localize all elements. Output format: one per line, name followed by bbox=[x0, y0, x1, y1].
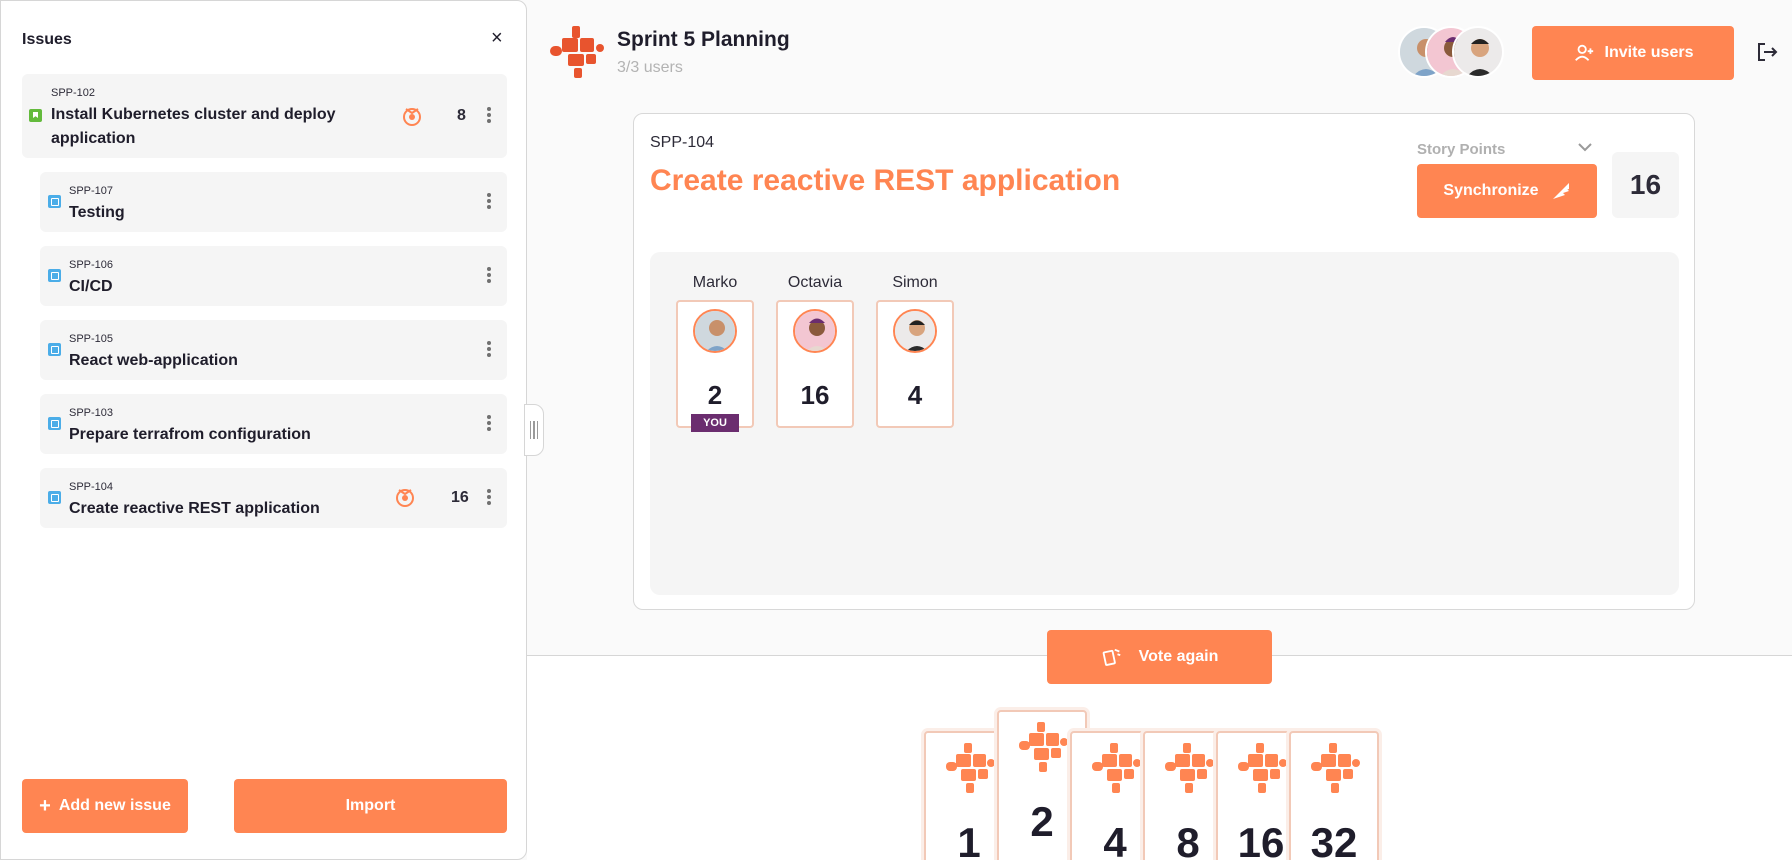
voter-name: Marko bbox=[692, 274, 738, 291]
task-type-icon bbox=[48, 417, 61, 430]
issue-menu-icon[interactable] bbox=[484, 339, 494, 361]
participants-avatars[interactable] bbox=[1398, 26, 1504, 78]
issue-menu-icon[interactable] bbox=[484, 413, 494, 435]
voted-cards-icon bbox=[403, 108, 421, 126]
issue-name-line-1: Install Kubernetes cluster and deploy bbox=[51, 106, 336, 123]
issue-menu-icon[interactable] bbox=[484, 191, 494, 213]
current-issue-card: SPP-104 Create reactive REST application… bbox=[633, 113, 1695, 610]
card-logo-icon bbox=[946, 743, 996, 798]
issue-name: Install Kubernetes cluster and deploy ap… bbox=[51, 103, 351, 151]
logout-icon[interactable] bbox=[1755, 40, 1779, 64]
card-logo-icon bbox=[1092, 743, 1142, 798]
card-logo-icon bbox=[1165, 743, 1215, 798]
issue-name: React web-application bbox=[69, 352, 238, 369]
chevron-down-icon[interactable] bbox=[1577, 141, 1593, 153]
vote-value: 2 bbox=[707, 380, 723, 410]
add-user-icon bbox=[1574, 44, 1593, 61]
sidebar-title: Issues bbox=[22, 31, 72, 48]
avatar bbox=[793, 309, 837, 353]
issue-menu-icon[interactable] bbox=[484, 105, 494, 127]
story-type-icon bbox=[29, 109, 42, 122]
deck-card-32[interactable]: 32 bbox=[1289, 731, 1379, 860]
issue-item-spp-104[interactable]: SPP-104 Create reactive REST application… bbox=[40, 468, 507, 528]
issue-key: SPP-107 bbox=[69, 185, 114, 197]
issue-name: Create reactive REST application bbox=[69, 500, 320, 517]
room-users-count: 3/3 users bbox=[617, 59, 683, 76]
room-title: Sprint 5 Planning bbox=[617, 28, 790, 51]
vote-again-button[interactable]: Vote again bbox=[1047, 630, 1272, 684]
vote-card: 2 YOU bbox=[676, 300, 754, 432]
avatar bbox=[893, 309, 937, 353]
app-logo bbox=[550, 26, 604, 80]
vote-octavia: Octavia 16 bbox=[776, 274, 854, 428]
vote-simon: Simon 4 bbox=[876, 274, 954, 428]
avatar bbox=[693, 309, 737, 353]
issue-item-spp-107[interactable]: SPP-107 Testing bbox=[40, 172, 507, 232]
votes-area: Marko 2 YOU Octavia 16 Simon 4 bbox=[650, 252, 1679, 595]
vote-value: 4 bbox=[907, 380, 923, 410]
vote-marko: Marko 2 YOU bbox=[676, 274, 754, 432]
issue-key: SPP-105 bbox=[69, 333, 114, 345]
issue-key: SPP-103 bbox=[69, 407, 114, 419]
add-new-issue-button[interactable]: + Add new issue bbox=[22, 779, 188, 833]
task-type-icon bbox=[48, 195, 61, 208]
issue-name: CI/CD bbox=[69, 278, 113, 295]
you-badge: YOU bbox=[691, 414, 739, 432]
issue-item-spp-102[interactable]: SPP-102 Install Kubernetes cluster and d… bbox=[22, 74, 507, 158]
voted-cards-icon bbox=[396, 489, 414, 507]
import-label: Import bbox=[345, 797, 396, 814]
issue-key: SPP-102 bbox=[51, 87, 96, 99]
vote-again-label: Vote again bbox=[1138, 648, 1219, 665]
current-issue-title: Create reactive REST application bbox=[650, 164, 1121, 197]
voter-name: Octavia bbox=[787, 274, 843, 291]
issue-item-spp-106[interactable]: SPP-106 CI/CD bbox=[40, 246, 507, 306]
plus-icon: + bbox=[39, 794, 51, 817]
avatar-simon bbox=[1452, 26, 1504, 78]
close-icon[interactable]: × bbox=[491, 28, 503, 48]
import-button[interactable]: Import bbox=[234, 779, 507, 833]
issue-key: SPP-106 bbox=[69, 259, 114, 271]
issue-points: 8 bbox=[457, 107, 466, 124]
card-logo-icon bbox=[1238, 743, 1288, 798]
issue-name: Testing bbox=[69, 204, 125, 221]
vote-value: 16 bbox=[800, 380, 830, 410]
estimate-field-select[interactable]: Story Points bbox=[1417, 141, 1505, 158]
issue-key: SPP-104 bbox=[69, 481, 114, 493]
issue-menu-icon[interactable] bbox=[484, 265, 494, 287]
issue-points: 16 bbox=[451, 489, 469, 506]
task-type-icon bbox=[48, 343, 61, 356]
sidebar-resize-handle[interactable] bbox=[524, 404, 544, 456]
issues-sidebar: Issues × SPP-102 Install Kubernetes clus… bbox=[0, 0, 527, 860]
jira-icon bbox=[1552, 183, 1569, 199]
card-value: 32 bbox=[1310, 819, 1358, 860]
card-logo-icon bbox=[1019, 722, 1069, 777]
synchronize-label: Synchronize bbox=[1443, 182, 1539, 199]
task-type-icon bbox=[48, 491, 61, 504]
final-estimate-value[interactable]: 16 bbox=[1612, 152, 1679, 218]
synchronize-button[interactable]: Synchronize bbox=[1417, 164, 1597, 218]
invite-users-label: Invite users bbox=[1604, 44, 1694, 61]
task-type-icon bbox=[48, 269, 61, 282]
issue-menu-icon[interactable] bbox=[484, 487, 494, 509]
cards-icon bbox=[1102, 648, 1121, 666]
issue-name: Prepare terrafrom configuration bbox=[69, 426, 311, 443]
invite-users-button[interactable]: Invite users bbox=[1532, 26, 1734, 80]
issue-item-spp-103[interactable]: SPP-103 Prepare terrafrom configuration bbox=[40, 394, 507, 454]
vote-card: 4 bbox=[876, 300, 954, 428]
current-issue-key: SPP-104 bbox=[650, 134, 715, 151]
add-new-issue-label: Add new issue bbox=[58, 797, 171, 814]
issue-name-line-2: application bbox=[51, 130, 136, 147]
issue-item-spp-105[interactable]: SPP-105 React web-application bbox=[40, 320, 507, 380]
vote-card: 16 bbox=[776, 300, 854, 428]
card-logo-icon bbox=[1311, 743, 1361, 798]
voter-name: Simon bbox=[892, 274, 938, 291]
